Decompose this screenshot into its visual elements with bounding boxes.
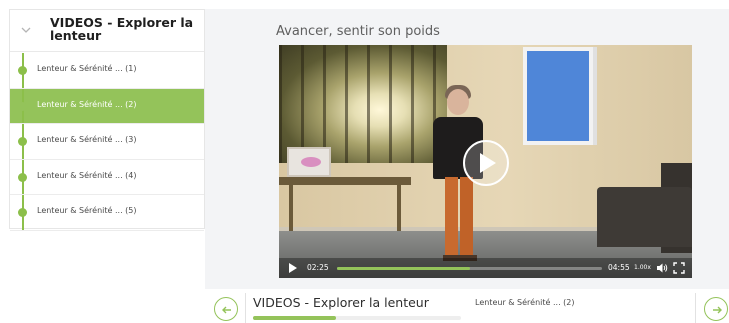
video-frame-forest-trees: [279, 45, 447, 163]
divider: [695, 293, 696, 323]
course-sidebar: VIDEOS - Explorer la lenteur Lenteur & S…: [9, 9, 205, 231]
video-frame-table-leg: [289, 185, 293, 231]
lesson-item-1[interactable]: Lenteur & Sérénité ... (1): [10, 53, 204, 89]
video-frame-orchid-flower: [301, 157, 321, 167]
video-frame-table: [279, 177, 411, 185]
previous-lesson-button[interactable]: [214, 297, 238, 321]
video-frame-person-leg: [445, 177, 458, 257]
lesson-status-dot: [18, 66, 27, 75]
lesson-content: Avancer, sentir son poids 02:25 04:55 1.…: [205, 9, 729, 289]
lesson-item-3[interactable]: Lenteur & Sérénité ... (3): [10, 124, 204, 160]
arrow-right-icon: [713, 306, 722, 314]
lesson-item-label: Lenteur & Sérénité ... (5): [37, 206, 137, 215]
volume-icon[interactable]: [656, 262, 668, 274]
video-frame-window: [523, 47, 593, 145]
video-frame-person-head: [447, 89, 469, 115]
lesson-item-label: Lenteur & Sérénité ... (2): [37, 99, 137, 109]
video-frame-chair: [597, 187, 692, 247]
lesson-item-4[interactable]: Lenteur & Sérénité ... (4): [10, 159, 204, 195]
current-time: 02:25: [307, 263, 329, 272]
lesson-status-dot: [18, 208, 27, 217]
video-player[interactable]: 02:25 04:55 1.00x: [279, 45, 692, 278]
arrow-left-icon: [222, 306, 231, 314]
chevron-down-icon[interactable]: [20, 24, 32, 36]
seek-bar-fill: [337, 267, 470, 270]
playback-speed-button[interactable]: 1.00x: [634, 264, 651, 271]
lesson-list: Lenteur & Sérénité ... (1) Lenteur & Sér…: [10, 53, 204, 231]
lesson-item-5[interactable]: Lenteur & Sérénité ... (5): [10, 195, 204, 231]
fullscreen-icon[interactable]: [673, 262, 685, 274]
lesson-status-dot: [18, 101, 27, 111]
lesson-item-2[interactable]: Lenteur & Sérénité ... (2): [10, 88, 204, 124]
seek-bar[interactable]: [337, 267, 602, 270]
lesson-item-label: Lenteur & Sérénité ... (4): [37, 170, 137, 180]
lesson-item-label: Lenteur & Sérénité ... (1): [37, 64, 137, 73]
course-progress-bar: [253, 316, 461, 320]
course-title: VIDEOS - Explorer la lenteur: [253, 295, 429, 310]
play-icon: [480, 153, 496, 173]
player-controls: 02:25 04:55 1.00x: [279, 258, 692, 278]
lesson-status-dot: [18, 137, 27, 146]
play-icon[interactable]: [288, 263, 298, 273]
sidebar-header[interactable]: VIDEOS - Explorer la lenteur: [10, 10, 204, 52]
duration: 04:55: [608, 263, 630, 272]
lesson-item-label: Lenteur & Sérénité ... (3): [37, 135, 137, 144]
video-frame-table-leg: [397, 185, 401, 231]
video-title: Avancer, sentir son poids: [276, 24, 440, 39]
video-frame-window-frame: [593, 47, 597, 145]
next-lesson-button[interactable]: [704, 297, 728, 321]
lesson-status-dot: [18, 172, 27, 182]
course-progress-fill: [253, 316, 337, 320]
lesson-navigation-bar: VIDEOS - Explorer la lenteur Lenteur & S…: [205, 289, 729, 323]
current-lesson-label: Lenteur & Sérénité ... (2): [475, 298, 575, 307]
divider: [245, 293, 246, 323]
sidebar-title: VIDEOS - Explorer la lenteur: [50, 15, 194, 43]
big-play-button[interactable]: [463, 140, 509, 186]
video-frame-person-leg: [460, 177, 473, 257]
